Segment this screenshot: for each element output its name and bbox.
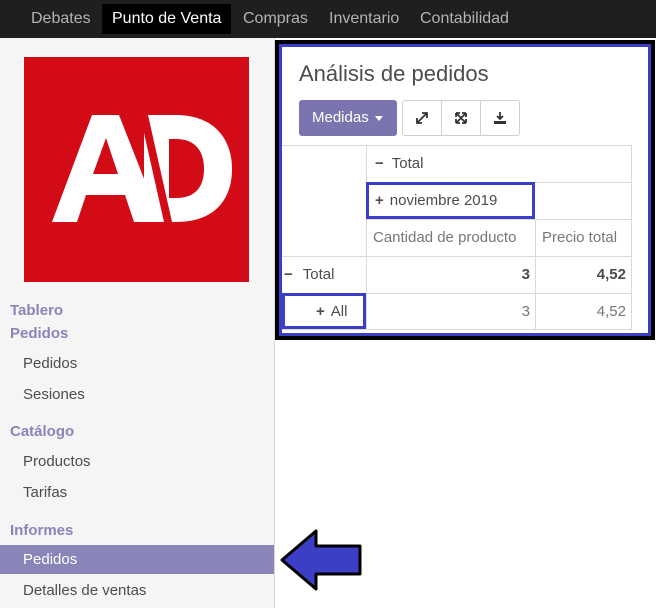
- pivot-col-total-header[interactable]: − Total: [375, 155, 423, 172]
- grid-line: [631, 145, 632, 329]
- sidebar-section-catalogo: Catálogo: [10, 423, 75, 440]
- sidebar: Tablero Pedidos Pedidos Sesiones Catálog…: [0, 38, 275, 608]
- measure-header-cantidad[interactable]: Cantidad de producto: [373, 229, 516, 246]
- medidas-button[interactable]: Medidas: [299, 100, 397, 136]
- nav-contabilidad[interactable]: Contabilidad: [410, 4, 519, 34]
- grid-line: [366, 145, 367, 329]
- medidas-label: Medidas: [312, 109, 369, 126]
- all-price-cell: 4,52: [596, 303, 626, 320]
- sidebar-item-tarifas[interactable]: Tarifas: [23, 484, 67, 501]
- pivot-panel: Análisis de pedidos Medidas − Total + no…: [275, 40, 655, 340]
- minus-icon: −: [284, 266, 293, 283]
- download-icon[interactable]: [480, 100, 520, 136]
- total-price-cell: 4,52: [596, 266, 626, 283]
- pivot-panel-highlight: Análisis de pedidos Medidas − Total + no…: [279, 44, 651, 336]
- minus-icon: −: [375, 155, 384, 172]
- pivot-col-group-header[interactable]: + noviembre 2019: [375, 192, 497, 209]
- sidebar-item-sesiones[interactable]: Sesiones: [23, 386, 85, 403]
- top-nav: Debates Punto de Venta Compras Inventari…: [0, 0, 656, 38]
- sidebar-section-pedidos: Pedidos: [10, 325, 69, 342]
- sidebar-item-detalles-de-ventas[interactable]: Detalles de ventas: [23, 582, 146, 599]
- sidebar-item-productos[interactable]: Productos: [23, 453, 91, 470]
- measure-header-precio[interactable]: Precio total: [542, 229, 617, 246]
- page-title: Análisis de pedidos: [299, 61, 489, 86]
- total-qty-cell: 3: [521, 266, 530, 283]
- arrows-out-icon[interactable]: [441, 100, 481, 136]
- sidebar-section-tablero[interactable]: Tablero: [10, 302, 63, 319]
- nav-punto-de-venta[interactable]: Punto de Venta: [102, 4, 232, 34]
- expand-icon[interactable]: [402, 100, 442, 136]
- grid-line: [366, 219, 632, 220]
- pivot-row-all-header[interactable]: + All: [316, 303, 347, 320]
- grid-line: [282, 329, 632, 330]
- grid-line: [282, 145, 632, 146]
- all-qty-cell: 3: [521, 303, 530, 320]
- pivot-row-total-header[interactable]: − Total: [284, 266, 334, 283]
- plus-icon: +: [316, 303, 325, 320]
- caret-down-icon: [374, 115, 383, 121]
- nav-debates[interactable]: Debates: [21, 4, 101, 34]
- plus-icon: +: [375, 192, 384, 209]
- company-logo: [24, 57, 249, 282]
- sidebar-item-informes-pedidos[interactable]: Pedidos: [0, 545, 274, 574]
- sidebar-section-informes: Informes: [10, 522, 74, 539]
- nav-inventario[interactable]: Inventario: [319, 4, 409, 34]
- sidebar-item-pedidos[interactable]: Pedidos: [23, 355, 77, 372]
- left-arrow-icon: [280, 528, 364, 597]
- grid-line: [282, 256, 632, 257]
- nav-compras[interactable]: Compras: [233, 4, 318, 34]
